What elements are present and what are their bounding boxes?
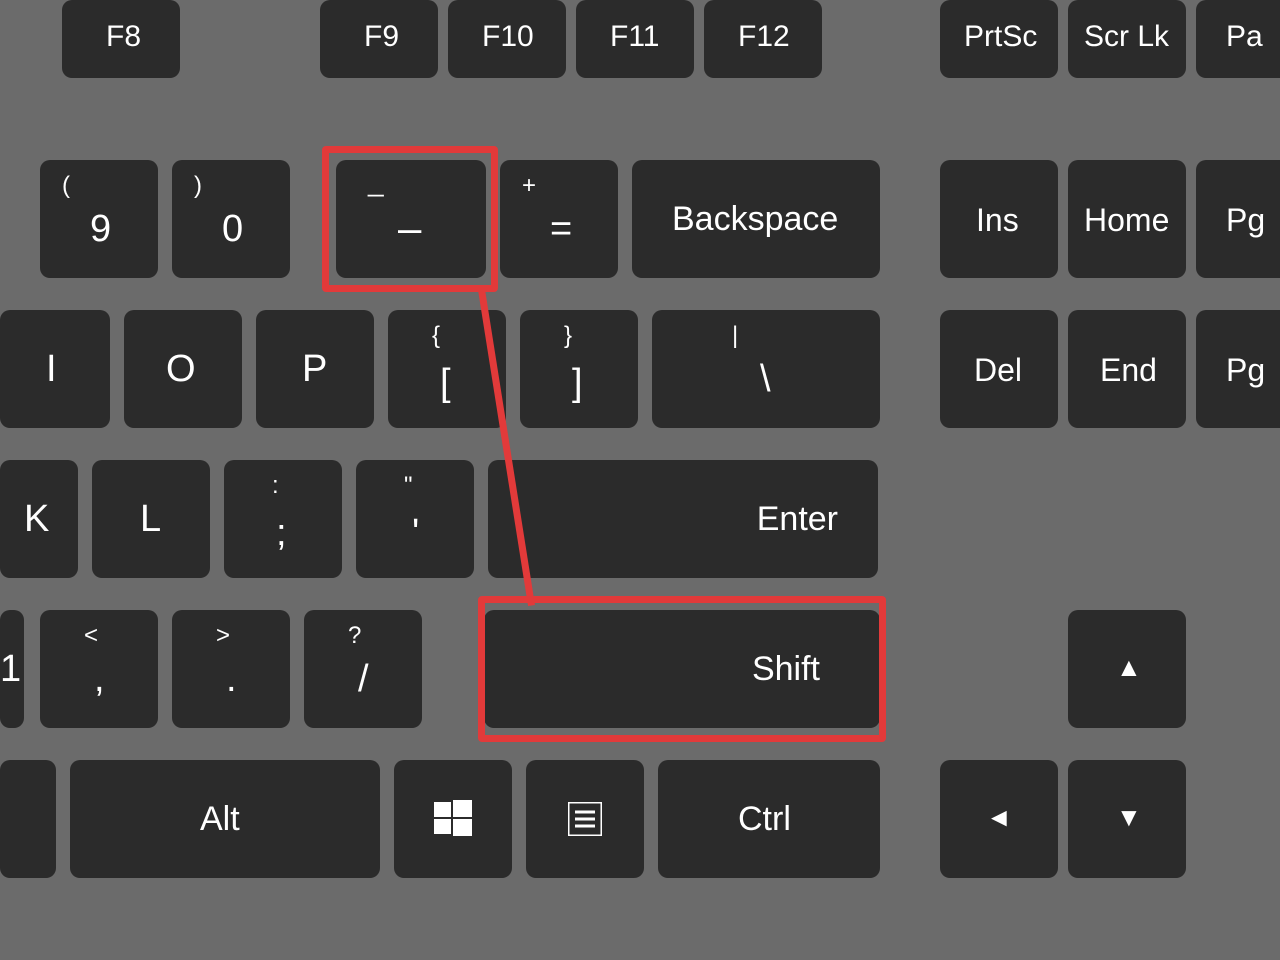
key-f11[interactable]: F11 bbox=[576, 0, 694, 78]
key-9[interactable]: ( 9 bbox=[40, 160, 158, 278]
key-scrlk[interactable]: Scr Lk bbox=[1068, 0, 1186, 78]
key-equals[interactable]: + = bbox=[500, 160, 618, 278]
key-secondary: ) bbox=[194, 172, 202, 200]
key-label: ] bbox=[572, 362, 583, 405]
key-label: PrtSc bbox=[964, 20, 1037, 54]
key-p[interactable]: P bbox=[256, 310, 374, 428]
key-label: Shift bbox=[752, 650, 820, 689]
key-secondary: " bbox=[404, 472, 413, 500]
key-space-partial[interactable] bbox=[0, 760, 56, 878]
key-label: F12 bbox=[738, 20, 790, 54]
key-label: L bbox=[140, 498, 161, 541]
key-k[interactable]: K bbox=[0, 460, 78, 578]
key-1-partial[interactable]: 1 bbox=[0, 610, 24, 728]
key-label: Backspace bbox=[672, 200, 838, 239]
key-label: Pg bbox=[1226, 202, 1265, 239]
key-secondary: _ bbox=[368, 166, 384, 198]
key-label: Scr Lk bbox=[1084, 20, 1169, 54]
key-enter[interactable]: Enter bbox=[488, 460, 878, 578]
key-arrow-down[interactable]: ▼ bbox=[1068, 760, 1186, 878]
key-i[interactable]: I bbox=[0, 310, 110, 428]
key-pgdn[interactable]: Pg bbox=[1196, 310, 1280, 428]
menu-icon bbox=[568, 802, 602, 836]
key-label: , bbox=[94, 658, 105, 701]
key-label: P bbox=[302, 348, 327, 391]
key-comma[interactable]: < , bbox=[40, 610, 158, 728]
key-prtsc[interactable]: PrtSc bbox=[940, 0, 1058, 78]
key-win[interactable] bbox=[394, 760, 512, 878]
key-label: 1 bbox=[0, 648, 21, 691]
key-arrow-left[interactable]: ◄ bbox=[940, 760, 1058, 878]
key-ins[interactable]: Ins bbox=[940, 160, 1058, 278]
key-secondary: + bbox=[522, 172, 536, 200]
arrow-up-icon: ▲ bbox=[1116, 652, 1142, 683]
key-label: End bbox=[1100, 352, 1157, 389]
key-o[interactable]: O bbox=[124, 310, 242, 428]
key-backspace[interactable]: Backspace bbox=[632, 160, 880, 278]
key-label: F11 bbox=[610, 20, 659, 54]
key-secondary: { bbox=[432, 322, 440, 350]
key-secondary: : bbox=[272, 472, 279, 500]
key-label: F9 bbox=[364, 20, 399, 54]
key-home[interactable]: Home bbox=[1068, 160, 1186, 278]
key-label: ' bbox=[412, 512, 419, 555]
key-0[interactable]: ) 0 bbox=[172, 160, 290, 278]
key-label: \ bbox=[760, 358, 771, 401]
key-secondary: } bbox=[564, 322, 572, 350]
key-label: F8 bbox=[106, 20, 141, 54]
key-label: Ins bbox=[976, 202, 1019, 239]
key-pgup[interactable]: Pg bbox=[1196, 160, 1280, 278]
key-period[interactable]: > . bbox=[172, 610, 290, 728]
key-label: – bbox=[398, 204, 421, 252]
key-del[interactable]: Del bbox=[940, 310, 1058, 428]
key-alt[interactable]: Alt bbox=[70, 760, 380, 878]
key-secondary: ? bbox=[348, 622, 361, 650]
key-label: Del bbox=[974, 352, 1022, 389]
key-label: [ bbox=[440, 362, 451, 405]
key-label: ; bbox=[276, 512, 287, 555]
key-label: Home bbox=[1084, 202, 1169, 239]
key-semicolon[interactable]: : ; bbox=[224, 460, 342, 578]
key-arrow-up[interactable]: ▲ bbox=[1068, 610, 1186, 728]
key-f10[interactable]: F10 bbox=[448, 0, 566, 78]
key-secondary: > bbox=[216, 622, 230, 650]
key-l[interactable]: L bbox=[92, 460, 210, 578]
key-label: F10 bbox=[482, 20, 534, 54]
key-label: K bbox=[24, 498, 49, 541]
key-f9[interactable]: F9 bbox=[320, 0, 438, 78]
key-label: Pg bbox=[1226, 352, 1265, 389]
key-label: Enter bbox=[757, 500, 838, 539]
key-secondary: < bbox=[84, 622, 98, 650]
arrow-left-icon: ◄ bbox=[986, 802, 1012, 833]
key-secondary: | bbox=[732, 322, 738, 350]
key-label: 0 bbox=[222, 208, 243, 251]
key-pause[interactable]: Pa bbox=[1196, 0, 1280, 78]
key-secondary: ( bbox=[62, 172, 70, 200]
key-label: . bbox=[226, 658, 237, 701]
key-end[interactable]: End bbox=[1068, 310, 1186, 428]
key-label: I bbox=[46, 348, 57, 391]
key-backslash[interactable]: | \ bbox=[652, 310, 880, 428]
key-f12[interactable]: F12 bbox=[704, 0, 822, 78]
key-quote[interactable]: " ' bbox=[356, 460, 474, 578]
key-minus[interactable]: _ – bbox=[336, 160, 486, 278]
windows-icon bbox=[434, 800, 472, 838]
key-label: / bbox=[358, 658, 369, 701]
key-shift[interactable]: Shift bbox=[484, 610, 880, 728]
arrow-down-icon: ▼ bbox=[1116, 802, 1142, 833]
key-rbracket[interactable]: } ] bbox=[520, 310, 638, 428]
key-menu[interactable] bbox=[526, 760, 644, 878]
key-label: Ctrl bbox=[738, 800, 791, 839]
key-label: Pa bbox=[1226, 20, 1263, 54]
key-label: Alt bbox=[200, 800, 240, 839]
key-label: O bbox=[166, 348, 196, 391]
key-label: 9 bbox=[90, 208, 111, 251]
key-f8[interactable]: F8 bbox=[62, 0, 180, 78]
key-ctrl[interactable]: Ctrl bbox=[658, 760, 880, 878]
key-label: = bbox=[550, 208, 572, 251]
key-slash[interactable]: ? / bbox=[304, 610, 422, 728]
